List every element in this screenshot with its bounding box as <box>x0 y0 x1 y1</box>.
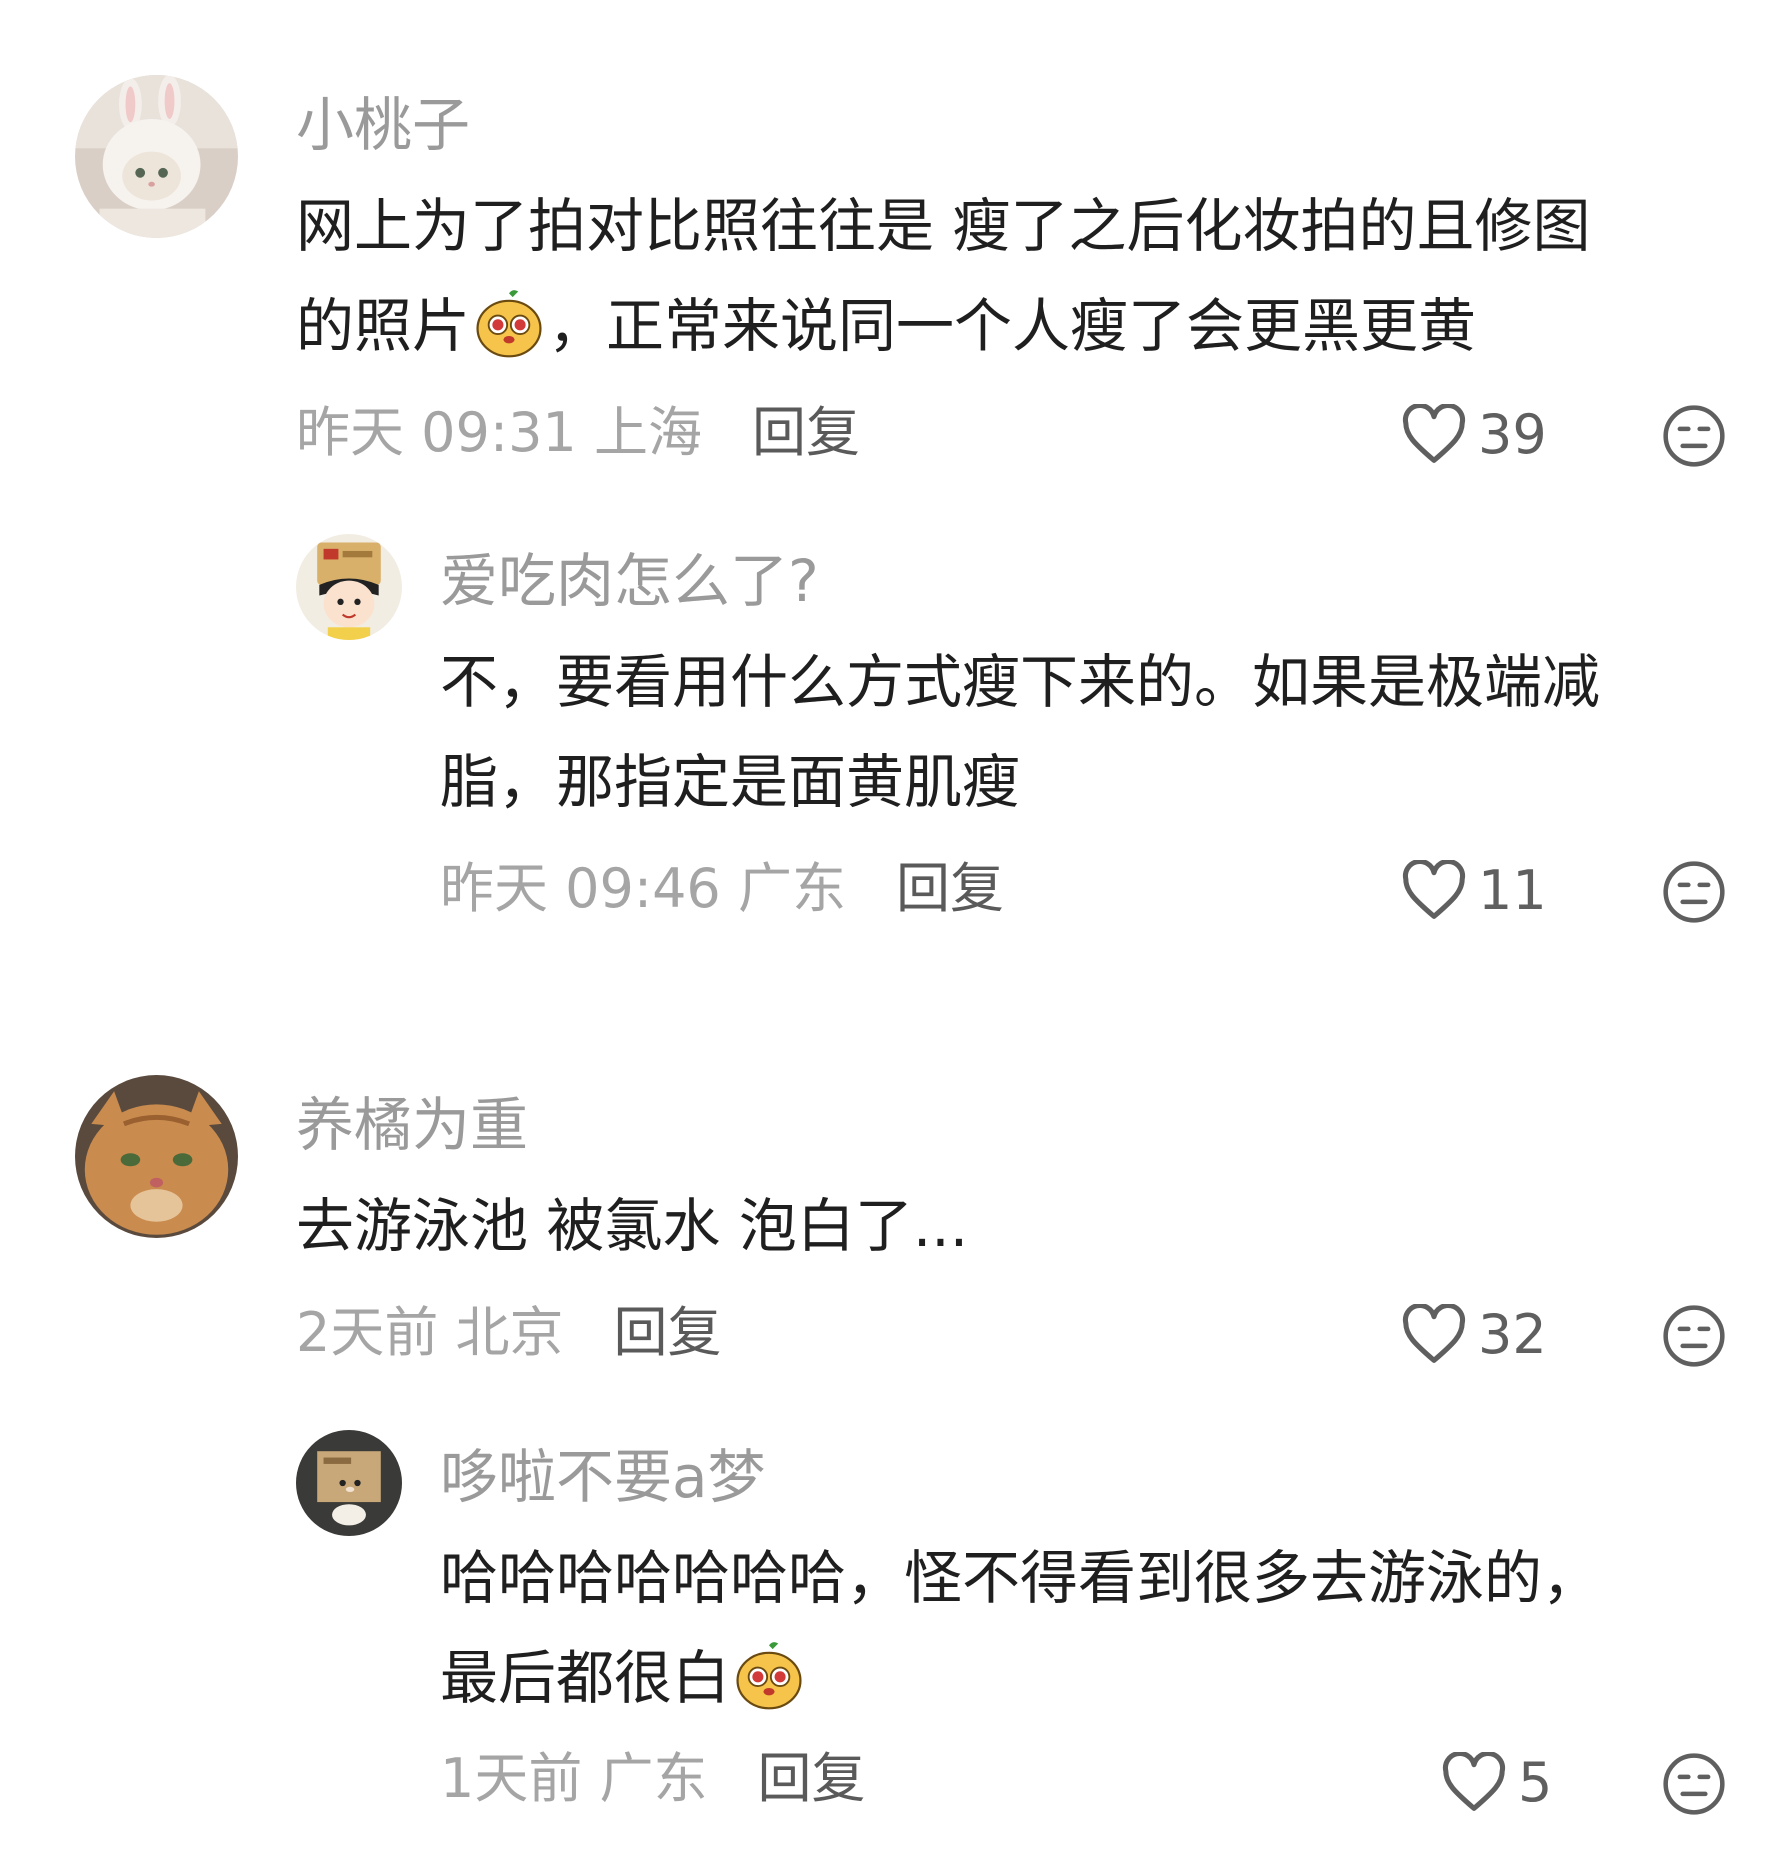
comment-line: 哈哈哈哈哈哈哈，怪不得看到很多去游泳的， <box>440 1544 1601 1612</box>
avatar[interactable] <box>75 1075 238 1238</box>
like-button[interactable]: 11 <box>1400 856 1547 926</box>
like-count: 32 <box>1478 1303 1547 1366</box>
cartoon-girl-avatar-image <box>296 534 402 640</box>
comment-text: 去游泳池 被氯水 泡白了... <box>296 1176 1716 1276</box>
timestamp-location: 昨天 09:46 广东 <box>440 857 846 920</box>
meh-face-icon <box>1663 405 1725 467</box>
heart-outline-icon <box>1402 860 1466 919</box>
comment-line: 脂，那指定是面黄肌瘦 <box>440 748 1021 816</box>
comment-line: 最后都很白 <box>440 1628 1740 1728</box>
dislike-button[interactable] <box>1660 402 1728 470</box>
like-button[interactable]: 32 <box>1400 1300 1547 1370</box>
timestamp-location: 1天前 广东 <box>440 1747 708 1810</box>
comment-meta: 昨天 09:31 上海 回复 <box>296 406 860 460</box>
comment-meta: 1天前 广东 回复 <box>440 1752 866 1806</box>
like-button[interactable]: 39 <box>1400 400 1547 470</box>
avatar[interactable] <box>75 75 238 238</box>
dog-emoji-icon <box>472 286 546 360</box>
comment-meta: 2天前 北京 回复 <box>296 1306 722 1360</box>
comment-meta: 昨天 09:46 广东 回复 <box>440 862 1004 916</box>
timestamp-location: 2天前 北京 <box>296 1301 564 1364</box>
like-count: 11 <box>1478 859 1547 922</box>
like-count: 5 <box>1518 1751 1553 1814</box>
meh-face-icon <box>1663 861 1725 923</box>
dislike-button[interactable] <box>1660 1750 1728 1818</box>
heart-outline-icon <box>1402 1304 1466 1363</box>
comment-text: 不，要看用什么方式瘦下来的。如果是极端减 脂，那指定是面黄肌瘦 <box>440 632 1740 832</box>
dislike-button[interactable] <box>1660 1302 1728 1370</box>
comment-line-part: 的照片 <box>296 292 471 360</box>
like-count: 39 <box>1478 403 1547 466</box>
meh-face-icon <box>1663 1305 1725 1367</box>
like-button[interactable]: 5 <box>1440 1748 1552 1818</box>
meh-face-icon <box>1663 1753 1725 1815</box>
avatar[interactable] <box>296 1430 402 1536</box>
comment-line-part: 最后都很白 <box>440 1644 731 1712</box>
orange-cat-avatar-image <box>75 1075 238 1238</box>
white-cat-bunny-hat-avatar-image <box>75 75 238 238</box>
comment-text: 哈哈哈哈哈哈哈，怪不得看到很多去游泳的， 最后都很白 <box>440 1528 1740 1728</box>
dislike-button[interactable] <box>1660 858 1728 926</box>
comment-text: 网上为了拍对比照往往是 瘦了之后化妆拍的且修图 的照片 ，正常来说同一个人瘦了会更… <box>296 176 1716 376</box>
timestamp-location: 昨天 09:31 上海 <box>296 401 702 464</box>
dog-emoji-icon <box>732 1638 806 1712</box>
username[interactable]: 哆啦不要a梦 <box>440 1448 766 1506</box>
comment-line-part: ，正常来说同一个人瘦了会更黑更黄 <box>548 292 1477 360</box>
reply-button[interactable]: 回复 <box>752 401 860 464</box>
username[interactable]: 爱吃肉怎么了? <box>440 552 819 610</box>
username[interactable]: 小桃子 <box>296 96 470 154</box>
heart-outline-icon <box>1442 1752 1506 1811</box>
comment-line: 的照片 ，正常来说同一个人瘦了会更黑更黄 <box>296 276 1716 376</box>
reply-button[interactable]: 回复 <box>758 1747 866 1810</box>
username[interactable]: 养橘为重 <box>296 1096 528 1154</box>
reply-button[interactable]: 回复 <box>896 857 1004 920</box>
box-figure-avatar-image <box>296 1430 402 1536</box>
reply-button[interactable]: 回复 <box>614 1301 722 1364</box>
comment-line: 去游泳池 被氯水 泡白了... <box>296 1192 969 1260</box>
heart-outline-icon <box>1402 404 1466 463</box>
comment-line: 网上为了拍对比照往往是 瘦了之后化妆拍的且修图 <box>296 192 1591 260</box>
comment-line: 不，要看用什么方式瘦下来的。如果是极端减 <box>440 648 1601 716</box>
avatar[interactable] <box>296 534 402 640</box>
